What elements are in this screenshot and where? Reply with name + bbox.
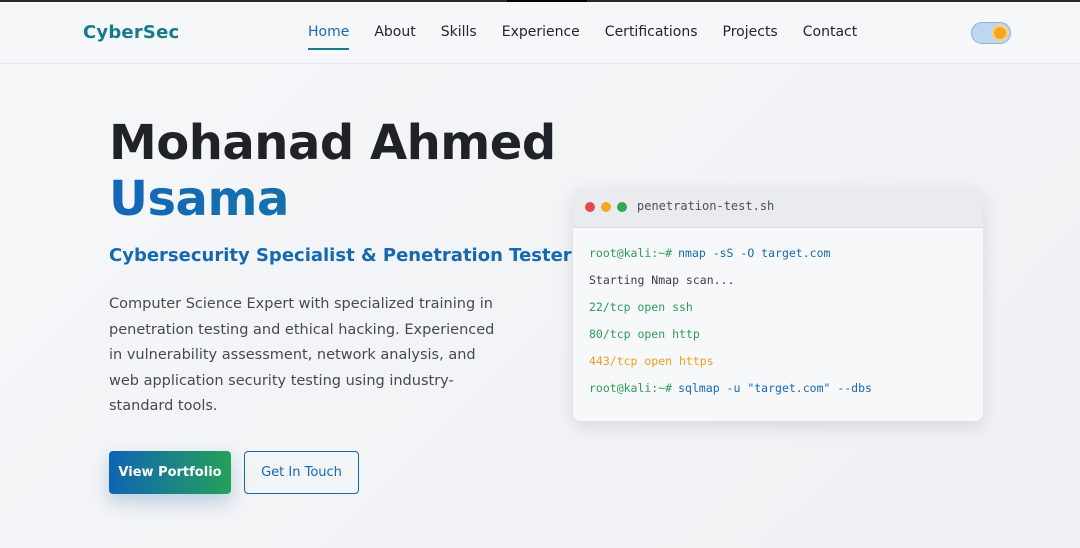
terminal-line: root@kali:~# sqlmap -u "target.com" --dbs — [589, 375, 967, 402]
terminal-line: 22/tcp open ssh — [589, 300, 693, 314]
close-dot-icon — [585, 202, 595, 212]
hero-name-line2: Usama — [109, 171, 556, 227]
terminal-title: penetration-test.sh — [637, 199, 775, 213]
maximize-dot-icon — [617, 202, 627, 212]
terminal-line: root@kali:~# nmap -sS -O target.com — [589, 240, 967, 267]
hero-title: Mohanad Ahmed Usama — [109, 115, 556, 227]
sun-toggle-icon — [992, 25, 1008, 41]
terminal-command: nmap -sS -O target.com — [678, 246, 831, 260]
nav-link-home[interactable]: Home — [308, 24, 350, 50]
terminal-prompt: root@kali:~# — [589, 246, 673, 260]
terminal-body: root@kali:~# nmap -sS -O target.com Start… — [573, 228, 983, 414]
nav-link-projects[interactable]: Projects — [723, 24, 778, 50]
terminal-window: penetration-test.sh root@kali:~# nmap -sS… — [573, 188, 983, 421]
nav-link-skills[interactable]: Skills — [441, 24, 477, 50]
nav-link-experience[interactable]: Experience — [502, 24, 580, 50]
theme-toggle[interactable] — [971, 22, 1011, 44]
logo[interactable]: CyberSec — [83, 22, 179, 43]
get-in-touch-button[interactable]: Get In Touch — [244, 451, 359, 494]
terminal-line: 443/tcp open https — [589, 354, 714, 368]
view-portfolio-button[interactable]: View Portfolio — [109, 451, 231, 494]
terminal-prompt: root@kali:~# — [589, 381, 673, 395]
nav-links: Home About Skills Experience Certificati… — [308, 24, 882, 50]
hero-name-line1: Mohanad Ahmed — [109, 115, 556, 171]
terminal-header: penetration-test.sh — [573, 188, 983, 228]
terminal-line: 80/tcp open http — [589, 327, 700, 341]
nav-link-contact[interactable]: Contact — [803, 24, 857, 50]
hero-subtitle: Cybersecurity Specialist & Penetration T… — [109, 245, 572, 266]
minimize-dot-icon — [601, 202, 611, 212]
nav-link-about[interactable]: About — [374, 24, 415, 50]
nav-link-certifications[interactable]: Certifications — [605, 24, 698, 50]
hero-description: Computer Science Expert with specialized… — [109, 296, 495, 414]
terminal-line: Starting Nmap scan... — [589, 273, 735, 287]
terminal-command: sqlmap -u "target.com" --dbs — [678, 381, 872, 395]
navbar: CyberSec Home About Skills Experience Ce… — [0, 2, 1080, 64]
